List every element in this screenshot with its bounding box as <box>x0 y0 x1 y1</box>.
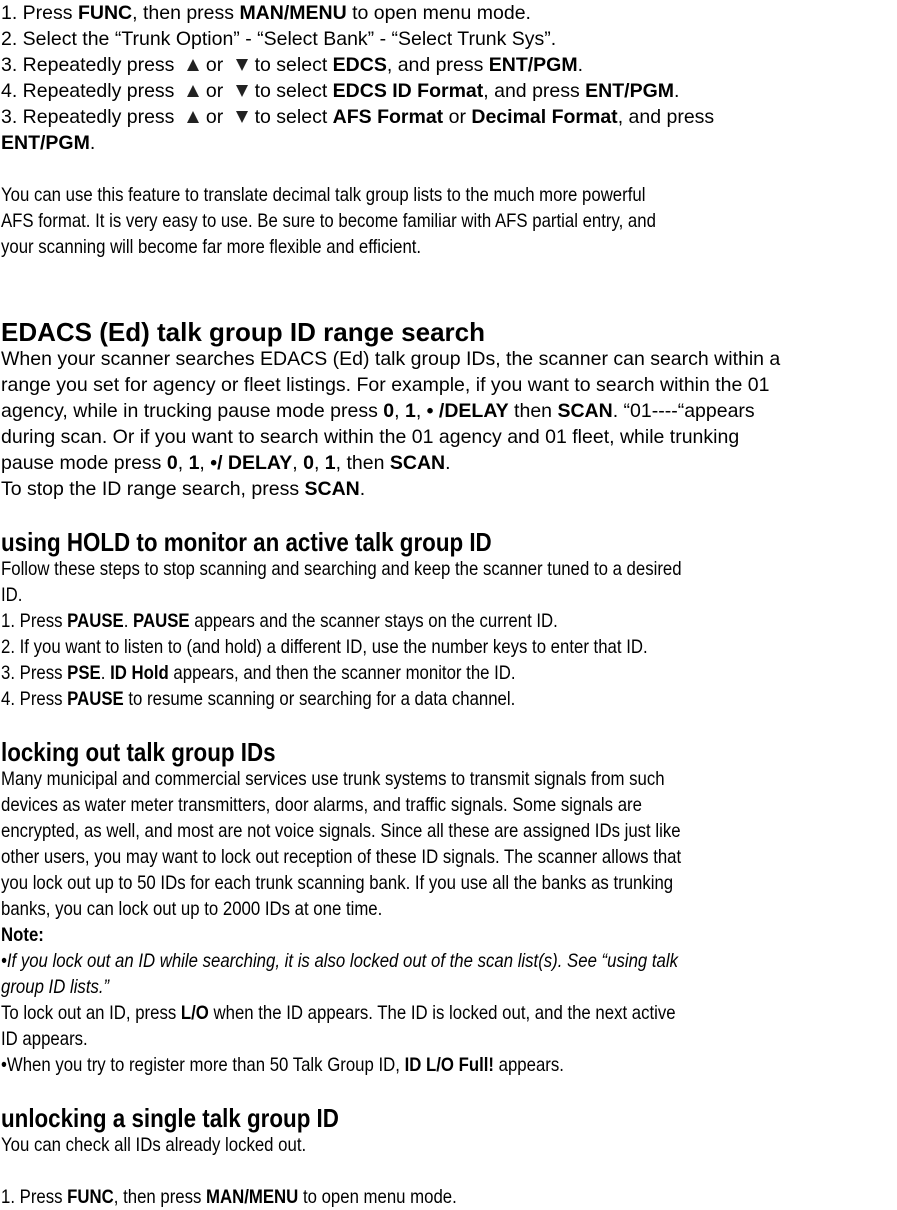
hold-line: ID. <box>1 584 23 606</box>
key-lo: L/O <box>180 1002 209 1024</box>
key-ent-pgm: ENT/PGM <box>1 132 90 154</box>
key-man-menu: MAN/MENU <box>239 2 347 24</box>
edacs-line: When your scanner searches EDACS (Ed) ta… <box>1 348 781 370</box>
section-heading-unlock: unlocking a single talk group ID <box>1 1103 339 1133</box>
option-edcs: EDCS <box>332 54 387 76</box>
intro-paragraph-line: AFS format. It is very easy to use. Be s… <box>1 210 656 232</box>
unlock-line: You can check all IDs already locked out… <box>1 1134 307 1156</box>
hold-step: 4. Press PAUSE to resume scanning or sea… <box>1 688 516 710</box>
up-arrow-key-icon <box>186 84 200 98</box>
up-arrow-key-icon <box>186 58 200 72</box>
hold-step: 3. Press PSE. ID Hold appears, and then … <box>1 662 516 684</box>
lockout-line: Many municipal and commercial services u… <box>1 768 665 790</box>
key-scan: SCAN <box>557 400 613 422</box>
key-delay: •/ DELAY <box>210 452 293 474</box>
option-decimal-format: Decimal Format <box>471 106 618 128</box>
step-3: 3. Repeatedly press or to select EDCS, a… <box>1 54 584 76</box>
intro-paragraph-line: your scanning will become far more flexi… <box>1 236 422 258</box>
section-heading-hold: using HOLD to monitor an active talk gro… <box>1 527 492 557</box>
manual-page: 1. Press FUNC, then press MAN/MENU to op… <box>0 0 897 1210</box>
lockout-line: encrypted, as well, and most are not voi… <box>1 820 681 842</box>
edacs-line: To stop the ID range search, press SCAN. <box>1 478 366 500</box>
key-delay: • /DELAY <box>426 400 509 422</box>
key-scan: SCAN <box>389 452 446 474</box>
display-pause: PAUSE <box>133 610 190 632</box>
note-line: group ID lists.” <box>1 976 110 998</box>
hold-step: 2. If you want to listen to (and hold) a… <box>1 636 648 658</box>
step-1: 1. Press FUNC, then press MAN/MENU to op… <box>1 2 531 24</box>
edacs-line: during scan. Or if you want to search wi… <box>1 426 740 448</box>
step-5: 3. Repeatedly press or to select AFS For… <box>1 106 715 128</box>
edacs-line: agency, while in trucking pause mode pre… <box>1 400 755 422</box>
key-pause: PAUSE <box>67 688 124 710</box>
hold-line: Follow these steps to stop scanning and … <box>1 558 682 580</box>
key-scan: SCAN <box>304 478 360 500</box>
edacs-line: pause mode press 0, 1, •/ DELAY, 0, 1, t… <box>1 452 451 474</box>
key-func: FUNC <box>77 2 133 24</box>
down-arrow-key-icon <box>235 110 249 124</box>
lockout-line: other users, you may want to lock out re… <box>1 846 682 868</box>
step-4: 4. Repeatedly press or to select EDCS ID… <box>1 80 680 102</box>
step-2: 2. Select the “Trunk Option” - “Select B… <box>1 28 557 50</box>
edacs-line: range you set for agency or fleet listin… <box>1 374 770 396</box>
display-id-hold: ID Hold <box>110 662 169 684</box>
lockout-line: banks, you can lock out up to 2000 IDs a… <box>1 898 383 920</box>
key-man-menu: MAN/MENU <box>206 1186 299 1208</box>
key-pause: PAUSE <box>67 610 124 632</box>
key-func: FUNC <box>67 1186 114 1208</box>
hold-step: 1. Press PAUSE. PAUSE appears and the sc… <box>1 610 558 632</box>
note-label: Note: <box>1 924 44 946</box>
display-id-lo-full: ID L/O Full! <box>404 1054 494 1076</box>
note-line: •If you lock out an ID while searching, … <box>1 950 678 972</box>
lockout-line: you lock out up to 50 IDs for each trunk… <box>1 872 674 894</box>
section-heading-lockout: locking out talk group IDs <box>1 737 276 767</box>
up-arrow-key-icon <box>186 110 200 124</box>
lockout-line: devices as water meter transmitters, doo… <box>1 794 642 816</box>
key-ent-pgm: ENT/PGM <box>488 54 578 76</box>
option-afs-format: AFS Format <box>332 106 444 128</box>
option-edcs-id-format: EDCS ID Format <box>332 80 484 102</box>
key-pse: PSE <box>67 662 101 684</box>
section-heading-edacs: EDACS (Ed) talk group ID range search <box>1 317 485 347</box>
down-arrow-key-icon <box>235 58 249 72</box>
lockout-line: ID appears. <box>1 1028 88 1050</box>
down-arrow-key-icon <box>235 84 249 98</box>
unlock-step: 1. Press FUNC, then press MAN/MENU to op… <box>1 1186 457 1208</box>
key-ent-pgm: ENT/PGM <box>585 80 675 102</box>
lockout-line: •When you try to register more than 50 T… <box>1 1054 564 1076</box>
intro-paragraph-line: You can use this feature to translate de… <box>1 184 646 206</box>
step-5-cont: ENT/PGM. <box>1 132 96 154</box>
lockout-line: To lock out an ID, press L/O when the ID… <box>1 1002 676 1024</box>
